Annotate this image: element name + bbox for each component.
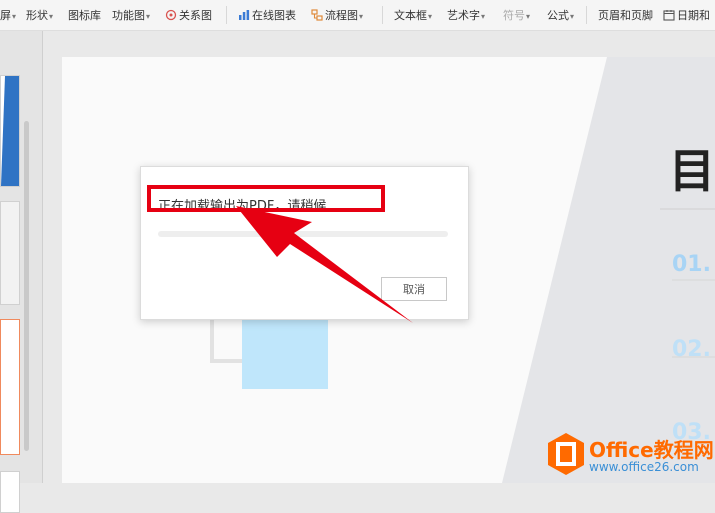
relation-chart-button[interactable]: 关系图 (165, 7, 212, 23)
shapes-button[interactable]: 形状▾ (26, 7, 53, 23)
watermark-title: Office教程网 (589, 438, 714, 462)
toc-number-2: 02. (672, 337, 711, 362)
toolbar-label: 符号 (503, 9, 525, 22)
slide-thumbnail[interactable] (0, 471, 20, 513)
toolbar-label: 页眉和页脚 (598, 9, 653, 22)
header-footer-button[interactable]: 页眉和页脚 (598, 7, 653, 23)
toolbar-divider (226, 6, 227, 24)
toolbar-label: 在线图表 (252, 9, 296, 22)
toolbar-divider (382, 6, 383, 24)
symbol-button[interactable]: 符号▾ (503, 7, 530, 23)
relation-chart-icon (165, 9, 177, 21)
toolbar-screen-button[interactable]: 屏▾ (0, 7, 16, 23)
flowchart-button[interactable]: 流程图▾ (311, 7, 363, 23)
textbox-button[interactable]: 文本框▾ (394, 7, 432, 23)
thumbnail-scrollbar[interactable] (24, 121, 29, 451)
date-time-button[interactable]: 日期和 (663, 7, 710, 23)
chevron-down-icon: ▾ (481, 12, 486, 21)
function-chart-button[interactable]: 功能图▾ (112, 7, 150, 23)
flowchart-icon (311, 9, 323, 21)
slide-thumbnail-panel (0, 31, 43, 513)
slide-thumbnail-selected[interactable] (0, 319, 20, 455)
formula-button[interactable]: 公式▾ (547, 7, 574, 23)
toolbar-label: 公式 (547, 9, 569, 22)
chevron-down-icon: ▾ (428, 12, 433, 21)
watermark-url: www.office26.com (589, 460, 699, 474)
toolbar-label: 功能图 (112, 9, 145, 22)
slide-heading: 目 (669, 144, 715, 198)
toolbar-label: 关系图 (179, 9, 212, 22)
chevron-down-icon: ▾ (359, 12, 364, 21)
chevron-down-icon: ▾ (526, 12, 531, 21)
highlight-box (147, 185, 385, 212)
word-art-button[interactable]: 艺术字▾ (447, 7, 485, 23)
chevron-down-icon: ▾ (49, 12, 54, 21)
toolbar-divider (586, 6, 587, 24)
online-chart-icon (238, 9, 250, 21)
slide-thumbnail[interactable] (0, 201, 20, 305)
toolbar-label: 文本框 (394, 9, 427, 22)
cancel-button[interactable]: 取消 (381, 277, 447, 301)
calendar-icon (663, 9, 675, 21)
chevron-down-icon: ▾ (12, 12, 17, 21)
toolbar-label: 形状 (26, 9, 48, 22)
chevron-down-icon: ▾ (570, 12, 575, 21)
chevron-down-icon: ▾ (146, 12, 151, 21)
toolbar-label: 流程图 (325, 9, 358, 22)
office-logo-icon (548, 433, 584, 475)
toolbar-label: 图标库 (68, 9, 101, 22)
toolbar-label: 屏 (0, 9, 11, 22)
toolbar-label: 日期和 (677, 9, 710, 22)
toolbar-label: 艺术字 (447, 9, 480, 22)
progress-bar (158, 231, 448, 237)
toc-number-1: 01. (672, 252, 711, 277)
online-chart-button[interactable]: 在线图表 (238, 7, 296, 23)
icon-library-button[interactable]: 图标库 (68, 7, 101, 23)
ribbon-toolbar: 屏▾ 形状▾ 图标库 功能图▾ 关系图 在线图表 流程图▾ 文本框▾ 艺术字▾ … (0, 0, 715, 31)
slide-thumbnail[interactable] (0, 75, 20, 187)
